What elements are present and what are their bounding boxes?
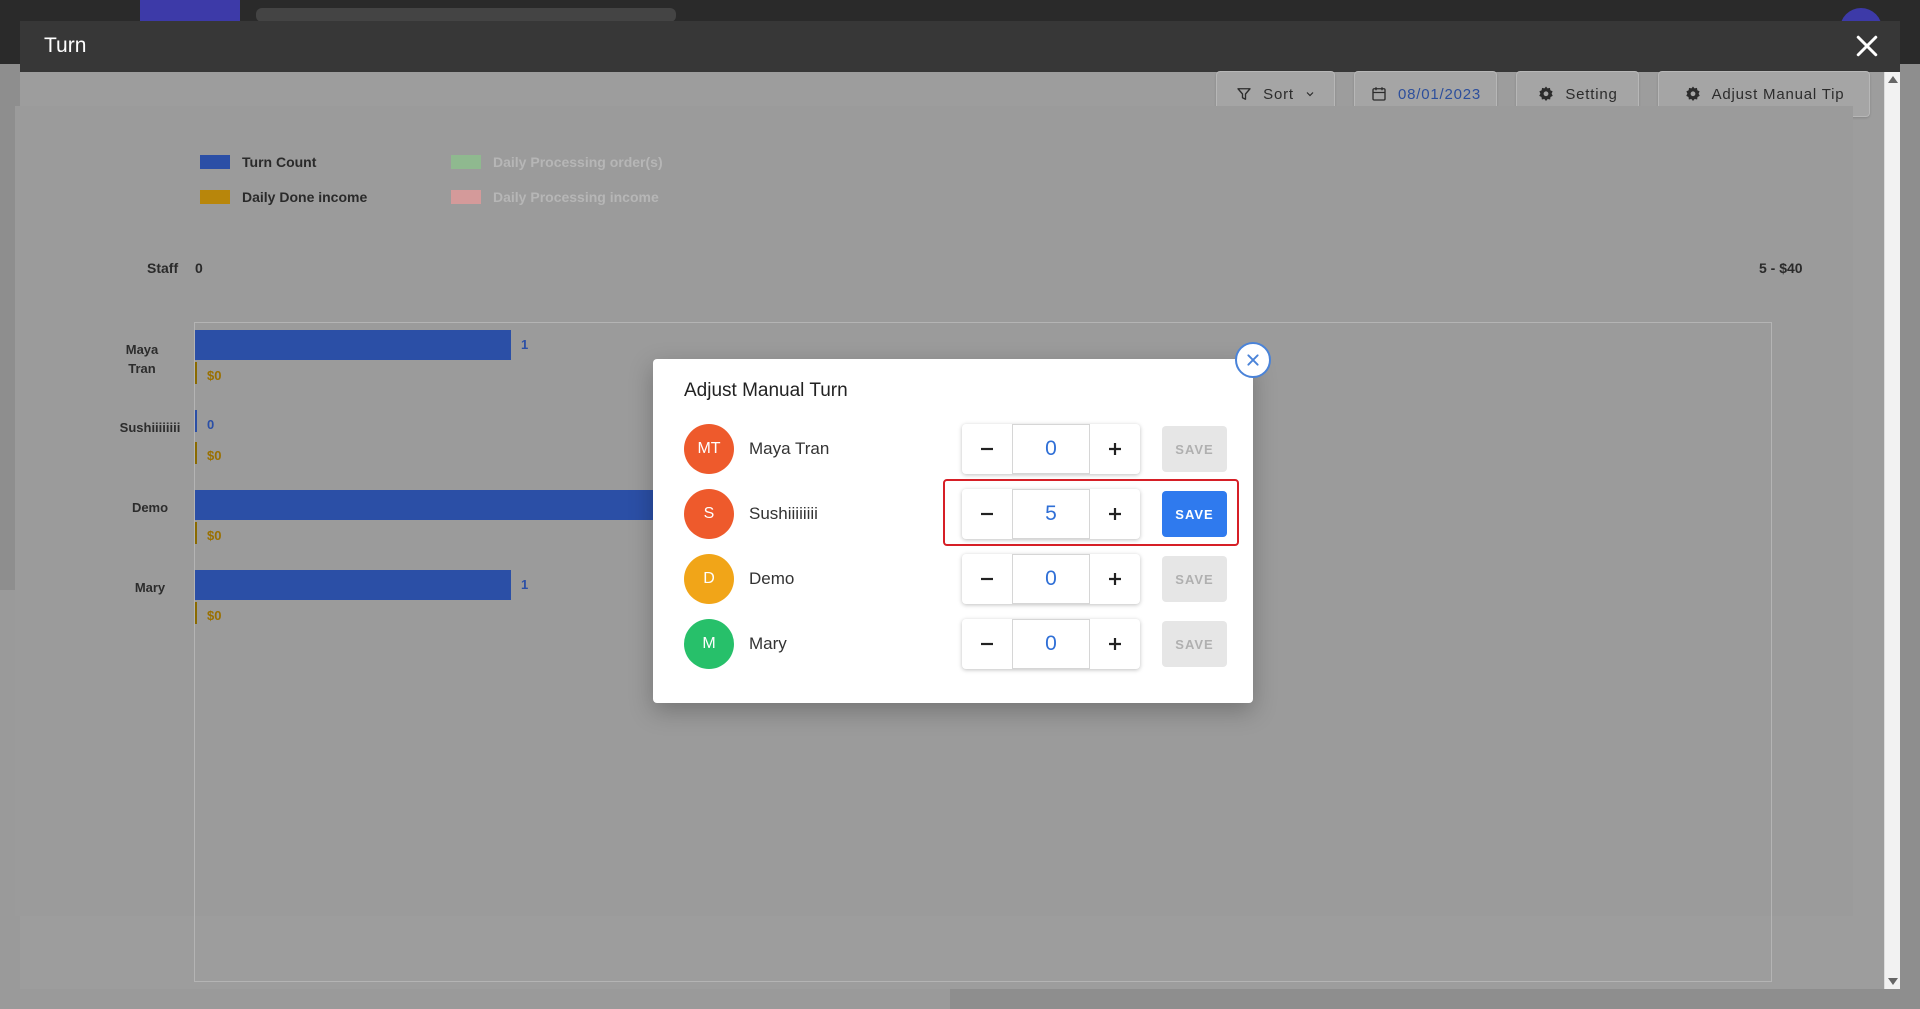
decrement-button[interactable] (962, 424, 1012, 474)
staff-name: Mary (749, 634, 787, 653)
legend-item-daily-processing-orders[interactable]: Daily Processing order(s) (451, 154, 663, 170)
turn-window-header: Turn (20, 21, 1900, 72)
turn-count-input[interactable] (1012, 489, 1090, 539)
turn-stepper (962, 489, 1140, 539)
vertical-scrollbar[interactable] (1884, 72, 1900, 989)
chevron-down-icon (1306, 92, 1314, 97)
adjust-manual-tip-label: Adjust Manual Tip (1711, 85, 1845, 103)
turn-count-input[interactable] (1012, 619, 1090, 669)
daily-done-income-value-label: $0 (207, 368, 222, 383)
minus-icon (981, 447, 993, 451)
increment-button[interactable] (1090, 619, 1140, 669)
staff-name: Demo (749, 569, 795, 588)
scroll-down-arrow-icon[interactable] (1888, 978, 1898, 985)
staff-name: Sushiiiiiiii (749, 504, 818, 523)
turn-stepper (962, 554, 1140, 604)
daily-done-income-bar[interactable] (195, 442, 197, 464)
date-label: 08/01/2023 (1397, 85, 1482, 103)
calendar-icon (1372, 87, 1386, 101)
axis-max-label: 5 - $40 (1759, 260, 1803, 276)
daily-done-income-value-label: $0 (207, 448, 222, 463)
minus-icon (981, 642, 993, 646)
adjust-manual-turn-dialog: Adjust Manual Turn MT Maya Tran SAVE S Sushi… (653, 359, 1253, 703)
avatar: M (684, 619, 734, 669)
turn-count-input[interactable] (1012, 554, 1090, 604)
daily-done-income-bar[interactable] (195, 362, 197, 384)
staff-axis-label: Sushiiiiiiii (119, 420, 181, 435)
avatar: MT (684, 424, 734, 474)
app-search-bar (256, 8, 676, 22)
gear-icon (1539, 86, 1554, 101)
avatar: S (684, 489, 734, 539)
turn-count-value-label: 1 (521, 337, 529, 352)
turn-count-bar[interactable] (195, 410, 197, 432)
save-button[interactable]: SAVE (1162, 426, 1227, 472)
axis-title-staff: Staff (147, 260, 179, 276)
staff-name: Maya Tran (749, 439, 830, 458)
turn-count-input[interactable] (1012, 424, 1090, 474)
avatar-initials: D (703, 570, 715, 587)
close-icon[interactable] (1852, 31, 1882, 61)
staff-axis-label: Mary (134, 580, 166, 595)
plus-icon (1109, 573, 1121, 585)
daily-done-income-bar[interactable] (195, 602, 197, 624)
increment-button[interactable] (1090, 489, 1140, 539)
axis-min-label: 0 (195, 260, 203, 276)
legend-swatch (451, 190, 481, 204)
staff-row: D Demo SAVE (684, 554, 1227, 604)
minus-icon (981, 577, 993, 581)
legend-swatch (200, 155, 230, 169)
staff-row: MT Maya Tran SAVE (684, 424, 1227, 474)
legend-label: Turn Count (242, 154, 317, 170)
save-button[interactable]: SAVE (1162, 491, 1227, 537)
close-icon[interactable] (1235, 342, 1271, 378)
save-button[interactable]: SAVE (1162, 621, 1227, 667)
setting-label: Setting (1565, 85, 1618, 103)
plus-icon (1109, 443, 1121, 455)
avatar-initials: MT (697, 440, 721, 457)
filter-icon (1237, 88, 1251, 100)
increment-button[interactable] (1090, 424, 1140, 474)
turn-stepper (962, 619, 1140, 669)
turn-count-bar[interactable] (195, 330, 511, 360)
dialog-title: Adjust Manual Turn (684, 380, 848, 401)
avatar-initials: S (703, 505, 715, 522)
decrement-button[interactable] (962, 619, 1012, 669)
turn-count-value-label: 0 (207, 417, 215, 432)
staff-row: S Sushiiiiiiii SAVE (684, 489, 1227, 539)
save-button[interactable]: SAVE (1162, 556, 1227, 602)
legend-label: Daily Processing income (493, 189, 659, 205)
daily-done-income-bar[interactable] (195, 522, 197, 544)
legend-label: Daily Done income (242, 189, 368, 205)
increment-button[interactable] (1090, 554, 1140, 604)
legend-swatch (200, 190, 230, 204)
daily-done-income-value-label: $0 (207, 608, 222, 623)
turn-count-value-label: 1 (521, 577, 529, 592)
turn-count-bar[interactable] (195, 570, 511, 600)
turn-count-bar[interactable] (195, 490, 655, 520)
gear-icon (1685, 86, 1700, 101)
legend-label: Daily Processing order(s) (493, 154, 663, 170)
staff-axis-label: Demo (131, 500, 169, 515)
staff-axis-label: Maya Tran (125, 342, 159, 376)
decrement-button[interactable] (962, 554, 1012, 604)
avatar-initials: M (702, 635, 716, 652)
daily-done-income-value-label: $0 (207, 528, 222, 543)
plus-icon (1109, 638, 1121, 650)
turn-window-title: Turn (44, 34, 87, 57)
sort-label: Sort (1263, 85, 1294, 103)
legend-item-daily-processing-income[interactable]: Daily Processing income (451, 189, 659, 205)
avatar: D (684, 554, 734, 604)
turn-stepper (962, 424, 1140, 474)
legend-swatch (451, 155, 481, 169)
scroll-up-arrow-icon[interactable] (1888, 76, 1898, 83)
legend-item-turn-count[interactable]: Turn Count (200, 154, 316, 170)
staff-row: M Mary SAVE (684, 619, 1227, 669)
legend-item-daily-done-income[interactable]: Daily Done income (200, 189, 367, 205)
plus-icon (1109, 508, 1121, 520)
decrement-button[interactable] (962, 489, 1012, 539)
minus-icon (981, 512, 993, 516)
